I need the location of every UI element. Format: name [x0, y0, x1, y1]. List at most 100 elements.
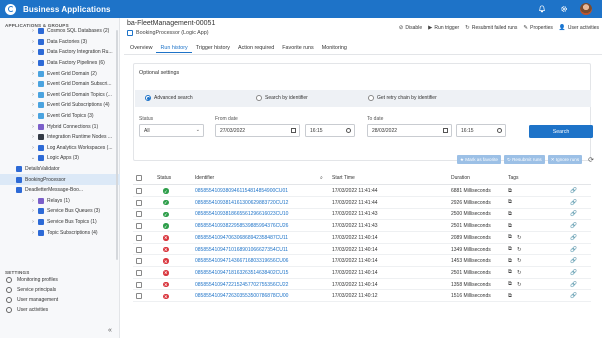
- row-checkbox[interactable]: [136, 186, 142, 196]
- table-row[interactable]: ✕ 08585541094722152457702755356CU22 17/03/…: [133, 280, 591, 291]
- open-external-icon[interactable]: ⧉: [508, 291, 512, 301]
- radio-search-by-identifier[interactable]: Search by identifier: [256, 95, 308, 101]
- chevron-right-icon[interactable]: ›: [30, 39, 36, 45]
- calendar-icon[interactable]: [291, 128, 296, 133]
- row-checkbox[interactable]: [136, 291, 142, 301]
- link-icon[interactable]: 🔗: [570, 280, 577, 290]
- sidebar-item[interactable]: › Cosmos SQL Databases (2): [0, 26, 120, 37]
- run-identifier-link[interactable]: 08585541093822958539885994376CU26: [195, 221, 288, 231]
- resubmit-failed-runs-button[interactable]: ↻ Resubmit failed runs: [465, 25, 517, 31]
- sidebar-item[interactable]: › Data Factory Pipelines (6): [0, 58, 120, 69]
- sidebar-item[interactable]: › Integration Runtime Nodes ...: [0, 132, 120, 143]
- settings-item[interactable]: User management: [0, 295, 120, 305]
- notifications-bell-icon[interactable]: [536, 3, 548, 15]
- resubmit-runs-button[interactable]: ↻ Resubmit runs: [503, 155, 545, 164]
- chevron-right-icon[interactable]: ›: [30, 92, 36, 98]
- table-row[interactable]: ✕ 08585541094714366716803319656CU06 17/03/…: [133, 256, 591, 268]
- sidebar-item[interactable]: › Service Bus Topics (1): [0, 217, 120, 228]
- table-row[interactable]: ✓ 08585541093809461154814854900CU01 17/03/…: [133, 186, 591, 197]
- sidebar-item[interactable]: ⌄ Logic Apps (3): [0, 153, 120, 164]
- table-row[interactable]: ✕ 08585541094710168901066627354CU11 17/03/…: [133, 245, 591, 256]
- link-icon[interactable]: 🔗: [570, 256, 577, 266]
- mark-favorite-button[interactable]: ★ Mark as favorite: [456, 155, 501, 164]
- run-identifier-link[interactable]: 08585541094718163263514638402CU15: [195, 268, 288, 278]
- search-button[interactable]: Search: [529, 125, 593, 138]
- table-row[interactable]: ✓ 08585541093818665561296616023CU10 17/03/…: [133, 209, 591, 221]
- open-external-icon[interactable]: ⧉: [508, 280, 512, 290]
- resubmit-row-icon[interactable]: ↻: [517, 233, 522, 243]
- run-identifier-link[interactable]: 08585541094726303553500786878CU00: [195, 291, 288, 301]
- radio-advanced-search[interactable]: Advanced search: [145, 95, 193, 101]
- column-search-icon[interactable]: ⌕: [320, 172, 323, 183]
- run-identifier-link[interactable]: 08585541093814161300629883720CU12: [195, 198, 288, 208]
- clock-icon[interactable]: [497, 128, 502, 133]
- row-checkbox[interactable]: [136, 209, 142, 219]
- column-header-identifier[interactable]: Identifier: [195, 172, 214, 183]
- row-checkbox[interactable]: [136, 198, 142, 208]
- table-row[interactable]: ✓ 08585541093822958539885994376CU26 17/03/…: [133, 221, 591, 232]
- open-external-icon[interactable]: ⧉: [508, 245, 512, 255]
- column-header-duration[interactable]: Duration: [451, 172, 470, 183]
- settings-item[interactable]: Monitoring profiles: [0, 275, 120, 285]
- link-icon[interactable]: 🔗: [570, 209, 577, 219]
- user-avatar[interactable]: [580, 3, 592, 15]
- open-external-icon[interactable]: ⧉: [508, 186, 512, 196]
- chevron-right-icon[interactable]: ›: [30, 219, 36, 225]
- row-checkbox[interactable]: [136, 256, 142, 266]
- chevron-right-icon[interactable]: ›: [30, 28, 36, 34]
- settings-item[interactable]: Service principals: [0, 285, 120, 295]
- chevron-right-icon[interactable]: ›: [30, 145, 36, 151]
- table-row[interactable]: ✓ 08585541093814161300629883720CU12 17/03/…: [133, 198, 591, 209]
- sidebar-scrollbar[interactable]: [116, 30, 118, 260]
- chevron-right-icon[interactable]: ›: [30, 102, 36, 108]
- ignore-runs-button[interactable]: ✕ Ignore runs: [547, 155, 583, 164]
- run-identifier-link[interactable]: 08585541094710168901066627354CU11: [195, 245, 288, 255]
- sidebar-item[interactable]: › Event Grid Domain (2): [0, 68, 120, 79]
- chevron-down-icon[interactable]: ⌄: [30, 155, 36, 161]
- from-time-input[interactable]: 16:15: [305, 124, 355, 137]
- sidebar-item[interactable]: › Log Analytics Workspaces (...: [0, 143, 120, 154]
- select-all-checkbox[interactable]: [136, 172, 142, 183]
- link-icon[interactable]: 🔗: [570, 268, 577, 278]
- collapse-sidebar-icon[interactable]: «: [108, 327, 112, 334]
- sidebar-item[interactable]: › Event Grid Topics (3): [0, 111, 120, 122]
- run-identifier-link[interactable]: 08585541093809461154814854900CU01: [195, 186, 288, 196]
- to-date-input[interactable]: 28/03/2022: [367, 124, 452, 137]
- run-trigger-button[interactable]: ▶ Run trigger: [428, 25, 459, 31]
- sidebar-item[interactable]: › Relays (1): [0, 196, 120, 207]
- open-external-icon[interactable]: ⧉: [508, 233, 512, 243]
- link-icon[interactable]: 🔗: [570, 221, 577, 231]
- open-external-icon[interactable]: ⧉: [508, 209, 512, 219]
- chevron-right-icon[interactable]: ›: [30, 230, 36, 236]
- run-identifier-link[interactable]: 08585541094714366716803319656CU06: [195, 256, 288, 266]
- open-external-icon[interactable]: ⧉: [508, 256, 512, 266]
- run-identifier-link[interactable]: 08585541093818665561296616023CU10: [195, 209, 288, 219]
- calendar-icon[interactable]: [443, 128, 448, 133]
- sidebar-item[interactable]: › Service Bus Queues (3): [0, 206, 120, 217]
- row-checkbox[interactable]: [136, 221, 142, 231]
- table-row[interactable]: ✕ 08585541094718163263514638402CU15 17/03/…: [133, 268, 591, 279]
- radio-retry-chain[interactable]: Get retry chain by identifier: [368, 95, 437, 101]
- disable-button[interactable]: ⊘ Disable: [399, 25, 422, 31]
- sidebar-item[interactable]: DetailsValidator: [0, 164, 120, 175]
- sidebar-item[interactable]: › Hybrid Connections (1): [0, 121, 120, 132]
- row-checkbox[interactable]: [136, 233, 142, 243]
- tab-overview[interactable]: Overview: [126, 43, 156, 53]
- row-checkbox[interactable]: [136, 268, 142, 278]
- chevron-right-icon[interactable]: ›: [30, 49, 36, 55]
- run-identifier-link[interactable]: 08585541094722152457702755356CU22: [195, 280, 288, 290]
- link-icon[interactable]: 🔗: [570, 291, 577, 301]
- sidebar-item[interactable]: › Data Factories (3): [0, 37, 120, 48]
- sidebar-item[interactable]: › Event Grid Domain Topics (...: [0, 90, 120, 101]
- clock-icon[interactable]: [346, 128, 351, 133]
- resubmit-row-icon[interactable]: ↻: [517, 245, 522, 255]
- tab-trigger-history[interactable]: Trigger history: [192, 43, 234, 53]
- chevron-right-icon[interactable]: ›: [30, 134, 36, 140]
- table-row[interactable]: ✕ 08585541094706306868942358487CU11 17/03/…: [133, 233, 591, 244]
- sidebar-item[interactable]: › Topic Subscriptions (4): [0, 227, 120, 238]
- open-external-icon[interactable]: ⧉: [508, 221, 512, 231]
- open-external-icon[interactable]: ⧉: [508, 268, 512, 278]
- link-icon[interactable]: 🔗: [570, 186, 577, 196]
- chevron-right-icon[interactable]: ›: [30, 60, 36, 66]
- open-external-icon[interactable]: ⧉: [508, 198, 512, 208]
